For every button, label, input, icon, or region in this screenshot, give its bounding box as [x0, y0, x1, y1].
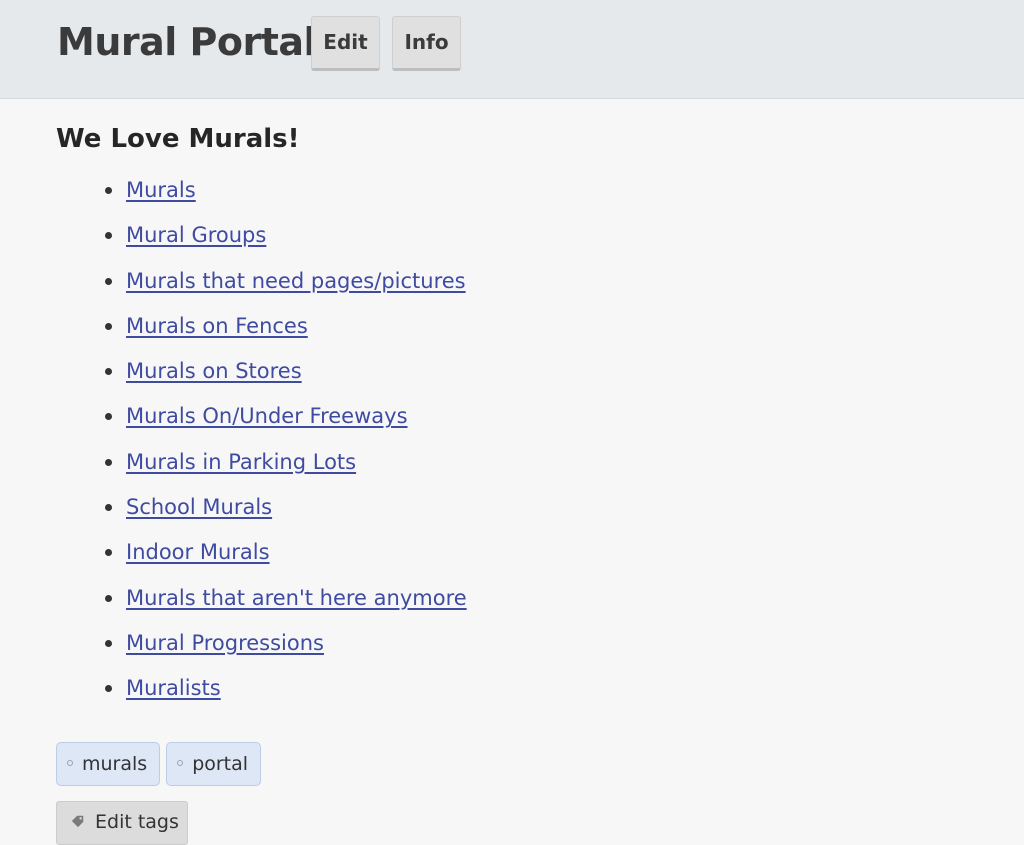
link-murals-parking-lots[interactable]: Murals in Parking Lots	[126, 450, 356, 474]
link-mural-progressions[interactable]: Mural Progressions	[126, 631, 324, 655]
list-item: Murals that need pages/pictures	[56, 263, 956, 308]
bullet-icon	[105, 277, 112, 285]
bullet-icon	[105, 322, 112, 330]
list-item: Murals On/Under Freeways	[56, 398, 956, 443]
edit-tags-button[interactable]: Edit tags	[56, 801, 188, 845]
portal-link-list: Murals Mural Groups Murals that need pag…	[56, 172, 956, 716]
list-item: Murals on Fences	[56, 308, 956, 353]
list-item: School Murals	[56, 489, 956, 534]
tag-list: murals portal	[56, 742, 267, 786]
list-item: Murals on Stores	[56, 353, 956, 398]
tag-dot-icon	[177, 759, 184, 766]
tag-murals[interactable]: murals	[56, 742, 161, 786]
bullet-icon	[105, 685, 112, 693]
page-heading: We Love Murals!	[56, 124, 300, 154]
site-title[interactable]: Mural Portal	[57, 18, 317, 66]
link-murals-need-pages[interactable]: Murals that need pages/pictures	[126, 269, 466, 293]
bullet-icon	[105, 187, 112, 194]
tag-icon	[71, 815, 84, 827]
bullet-icon	[105, 413, 112, 421]
edit-tags-label: Edit tags	[95, 811, 179, 833]
tag-dot-icon	[67, 759, 73, 766]
bullet-icon	[105, 368, 112, 376]
link-muralists[interactable]: Muralists	[126, 676, 221, 700]
bullet-icon	[105, 549, 112, 557]
tag-label: murals	[82, 753, 148, 775]
bullet-icon	[105, 639, 112, 647]
link-mural-groups[interactable]: Mural Groups	[126, 223, 266, 247]
page-content: We Love Murals! Murals Mural Groups Mura…	[56, 118, 956, 716]
list-item: Muralists	[56, 670, 956, 715]
bullet-icon	[105, 594, 112, 602]
link-murals-freeways[interactable]: Murals On/Under Freeways	[126, 404, 408, 428]
tag-label: portal	[192, 753, 249, 775]
edit-button[interactable]: Edit	[311, 16, 380, 71]
tag-portal[interactable]: portal	[166, 742, 262, 786]
list-item: Indoor Murals	[56, 534, 956, 579]
page-header: Mural Portal Edit Info	[0, 0, 1024, 99]
list-item: Mural Groups	[56, 217, 956, 262]
list-item: Mural Progressions	[56, 625, 956, 670]
list-item: Murals that aren't here anymore	[56, 580, 956, 625]
link-school-murals[interactable]: School Murals	[126, 495, 272, 519]
list-item: Murals	[56, 172, 956, 217]
bullet-icon	[105, 458, 112, 466]
link-indoor-murals[interactable]: Indoor Murals	[126, 540, 270, 564]
link-murals-on-fences[interactable]: Murals on Fences	[126, 314, 308, 338]
bullet-icon	[105, 504, 112, 512]
link-murals-gone[interactable]: Murals that aren't here anymore	[126, 586, 467, 610]
info-button[interactable]: Info	[392, 16, 461, 71]
link-murals[interactable]: Murals	[126, 178, 196, 202]
link-murals-on-stores[interactable]: Murals on Stores	[126, 359, 302, 383]
bullet-icon	[105, 232, 112, 240]
list-item: Murals in Parking Lots	[56, 444, 956, 489]
